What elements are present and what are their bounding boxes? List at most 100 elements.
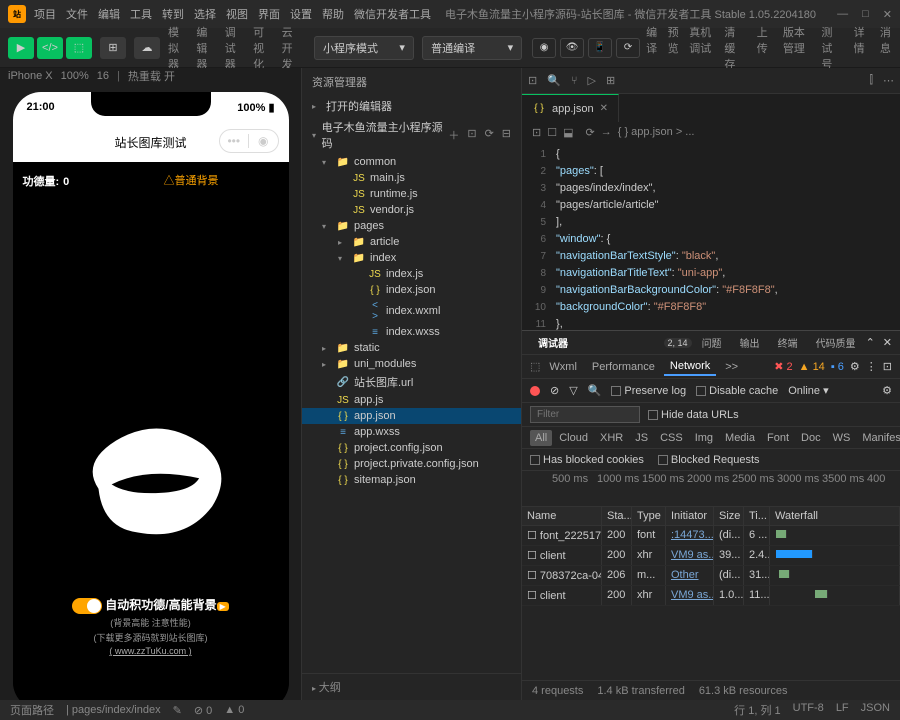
tree-item[interactable]: ▸📁static [302,340,521,356]
disable-cache-check[interactable]: Disable cache [709,385,778,397]
tree-item[interactable]: ▾📁common [302,154,521,170]
tree-item[interactable]: ▾📁index [302,250,521,266]
eol[interactable]: LF [836,702,849,718]
menu-item[interactable]: 视图 [226,6,248,22]
outline-section[interactable]: ▸ 大纲 [302,673,521,700]
search-icon[interactable]: 🔍 [547,74,561,87]
tree-item[interactable]: { }app.json [302,408,521,424]
menu-item[interactable]: 界面 [258,6,280,22]
net-settings-icon[interactable]: ⚙ [882,384,892,397]
compile-dropdown[interactable]: 普通编译▾ [422,36,522,60]
window-control[interactable]: ✕ [883,8,892,21]
tree-item[interactable]: JSmain.js [302,170,521,186]
auto-toggle[interactable] [72,598,102,614]
tree-item[interactable]: ≡app.wxss [302,424,521,440]
network-tab[interactable]: Network [664,358,716,376]
close-icon[interactable]: ✕ [600,103,608,114]
clear-button[interactable]: ⊘ [550,384,559,397]
hot-reload-toggle[interactable]: 热重载 开 [128,68,175,84]
breadcrumb[interactable]: ⊡☐⬓⟳→ { } app.json > ... [522,122,900,142]
menu-item[interactable]: 帮助 [322,6,344,22]
performance-tab[interactable]: Performance [586,359,661,375]
visual-toggle[interactable]: ⊞ [100,37,126,59]
phone-frame[interactable]: 21:00 100% ▮ 站长图库测试 •••◉ 功德量: 0 △普通背景 自动… [13,92,289,700]
dt-more-icon[interactable]: ⋮ [866,360,877,373]
explorer-icon[interactable]: ⊡ [528,74,537,87]
split-icon[interactable]: ⫿ [869,74,873,87]
filter-type[interactable]: Doc [796,430,826,446]
page-path-label[interactable]: 页面路径 [10,702,54,718]
filter-type[interactable]: All [530,430,552,446]
preview-button[interactable]: 👁 [560,38,584,58]
devtool-tab[interactable]: 代码质量 [808,332,864,353]
filter-type[interactable]: Font [762,430,794,446]
filter-type[interactable]: XHR [595,430,628,446]
edit-icon[interactable]: ✎ [173,704,182,717]
dock-icon[interactable]: ⊡ [883,360,892,373]
git-icon[interactable]: ⑂ [571,75,578,87]
collapse-devtools-icon[interactable]: ⌃ [866,336,875,349]
editor-tab[interactable]: { }app.json✕ [522,94,619,122]
code-editor[interactable]: 1{2 "pages": [3 "pages/index/index",4 "p… [522,142,900,330]
network-row[interactable]: ☐ 708372ca-04c...206m...Other(di...31... [522,566,900,586]
encoding[interactable]: UTF-8 [793,702,824,718]
editor-toggle[interactable]: </> [37,37,63,59]
tree-item[interactable]: ▸📁uni_modules [302,356,521,372]
devtool-tab[interactable]: 问题 [694,332,730,353]
compile-button[interactable]: ◉ [532,38,556,58]
filter-type[interactable]: Cloud [554,430,593,446]
devtool-tab[interactable]: 调试器 [530,332,662,353]
more-tabs[interactable]: >> [719,359,744,375]
network-row[interactable]: ☐ font_2225171_...200font:14473...(di...… [522,526,900,546]
new-folder-icon[interactable]: ⊡ [467,127,476,143]
refresh-icon[interactable]: ⟳ [485,127,494,143]
toolbar-action[interactable]: 详情 [854,24,866,72]
devtool-tab[interactable]: 终端 [770,332,806,353]
clear-cache-button[interactable]: ⟳ [616,38,640,58]
timeline[interactable]: 500 ms1000 ms1500 ms2000 ms2500 ms3000 m… [522,471,900,507]
preserve-log-check[interactable]: Preserve log [624,385,686,397]
remote-debug-button[interactable]: 📱 [588,38,612,58]
menu-item[interactable]: 文件 [66,6,88,22]
search-net-icon[interactable]: 🔍 [588,384,602,397]
scale-selector[interactable]: 100% [61,70,89,82]
filter-type[interactable]: Manifest [857,430,900,446]
network-row[interactable]: ☐ client200xhrVM9 as...1.0...11... [522,586,900,606]
devtool-tab[interactable]: 输出 [732,332,768,353]
close-devtools-icon[interactable]: ✕ [883,336,892,349]
menu-item[interactable]: 微信开发者工具 [354,6,431,22]
tree-item[interactable]: 🔗站长图库.url [302,372,521,392]
throttle-dropdown[interactable]: Online ▾ [788,384,828,397]
menu-item[interactable]: 选择 [194,6,216,22]
collapse-icon[interactable]: ⊟ [502,127,511,143]
gear-icon[interactable]: ⚙ [850,360,860,373]
tree-item[interactable]: JSvendor.js [302,202,521,218]
filter-type[interactable]: WS [828,430,856,446]
filter-type[interactable]: Img [690,430,718,446]
more-icon[interactable]: ⋯ [883,74,894,87]
menu-item[interactable]: 转到 [162,6,184,22]
filter-type[interactable]: CSS [655,430,688,446]
tree-item[interactable]: { }project.config.json [302,440,521,456]
tree-item[interactable]: JSindex.js [302,266,521,282]
project-root[interactable]: ▾电子木鱼流量主小程序源码 ＋⊡⟳⊟ [302,116,521,154]
lang-mode[interactable]: JSON [861,702,890,718]
wooden-fish-icon[interactable] [61,410,241,550]
new-file-icon[interactable]: ＋ [448,127,459,143]
mode-dropdown[interactable]: 小程序模式▾ [314,36,414,60]
window-control[interactable]: □ [862,8,869,21]
source-link[interactable]: ( www.zzTuKu.com ) [13,646,289,656]
debugger-toggle[interactable]: ⬚ [66,37,92,59]
tree-item[interactable]: JSapp.js [302,392,521,408]
device-selector[interactable]: iPhone X [8,70,53,82]
inspect-icon[interactable]: ⬚ [530,360,540,373]
toolbar-action[interactable]: 消息 [880,24,892,72]
tree-item[interactable]: ≡index.wxss [302,324,521,340]
tree-item[interactable]: ▸📁article [302,234,521,250]
toolbar-action[interactable]: 上传 [757,24,769,72]
blocked-cookies-check[interactable]: Has blocked cookies [543,454,644,466]
tree-item[interactable]: { }sitemap.json [302,472,521,488]
filter-input[interactable] [530,406,640,423]
bg-mode-label[interactable]: △普通背景 [164,172,219,188]
debug-icon[interactable]: ▷ [588,74,596,87]
